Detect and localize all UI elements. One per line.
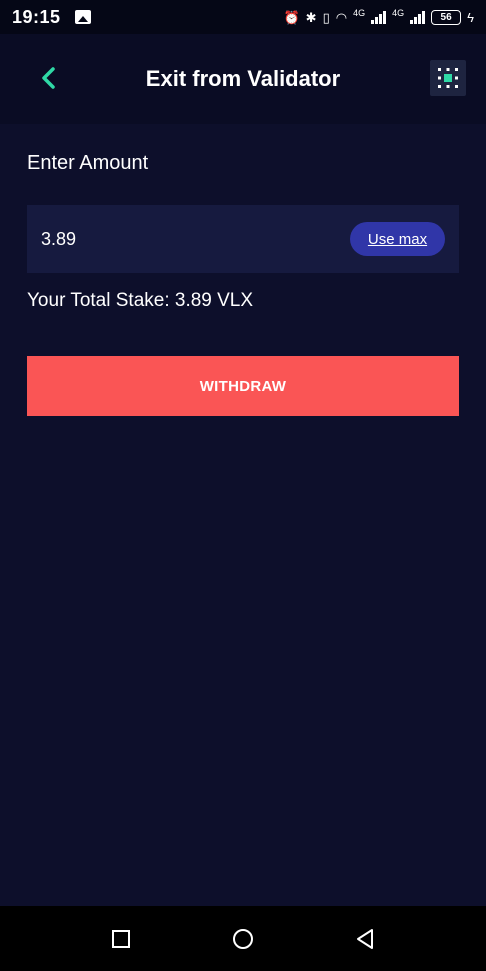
status-bar: 19:15 ⏰ ✱ ▯ ◠ 4G 4G 56 ϟ xyxy=(0,0,486,34)
withdraw-button[interactable]: WITHDRAW xyxy=(27,356,459,416)
app-header: Exit from Validator xyxy=(0,34,486,124)
vibrate-icon: ▯ xyxy=(322,9,330,25)
status-icons: ⏰ ✱ ▯ ◠ 4G 4G 56 ϟ xyxy=(283,8,474,26)
square-icon[interactable] xyxy=(109,927,133,951)
use-max-button[interactable]: Use max xyxy=(350,222,445,256)
amount-field-container: Use max xyxy=(27,205,459,273)
system-nav-bar xyxy=(0,906,486,971)
signal-2-icon xyxy=(410,10,426,24)
circle-icon[interactable] xyxy=(231,927,255,951)
page-title: Exit from Validator xyxy=(145,66,341,91)
charging-icon: ϟ xyxy=(467,9,474,25)
menu-button[interactable] xyxy=(430,60,466,96)
alarm-icon: ⏰ xyxy=(283,9,300,25)
bluetooth-icon: ✱ xyxy=(305,9,317,25)
amount-input[interactable] xyxy=(41,228,350,250)
screen: 19:15 ⏰ ✱ ▯ ◠ 4G 4G 56 ϟ Exit from Valid… xyxy=(0,0,486,971)
battery-indicator: 56 xyxy=(431,9,462,25)
network-type-1: 4G xyxy=(353,8,366,18)
status-time: 19:15 xyxy=(12,6,61,27)
grid-dots-icon xyxy=(438,68,458,88)
back-button[interactable] xyxy=(34,64,62,92)
triangle-back-icon[interactable] xyxy=(353,927,377,951)
total-stake-text: Your Total Stake: 3.89 VLX xyxy=(27,290,254,311)
image-notification-icon xyxy=(74,10,91,24)
signal-1-icon xyxy=(371,10,387,24)
network-type-2: 4G xyxy=(392,8,405,18)
chevron-left-icon xyxy=(42,67,55,89)
enter-amount-label: Enter Amount xyxy=(27,152,149,174)
wifi-icon: ◠ xyxy=(335,9,348,25)
